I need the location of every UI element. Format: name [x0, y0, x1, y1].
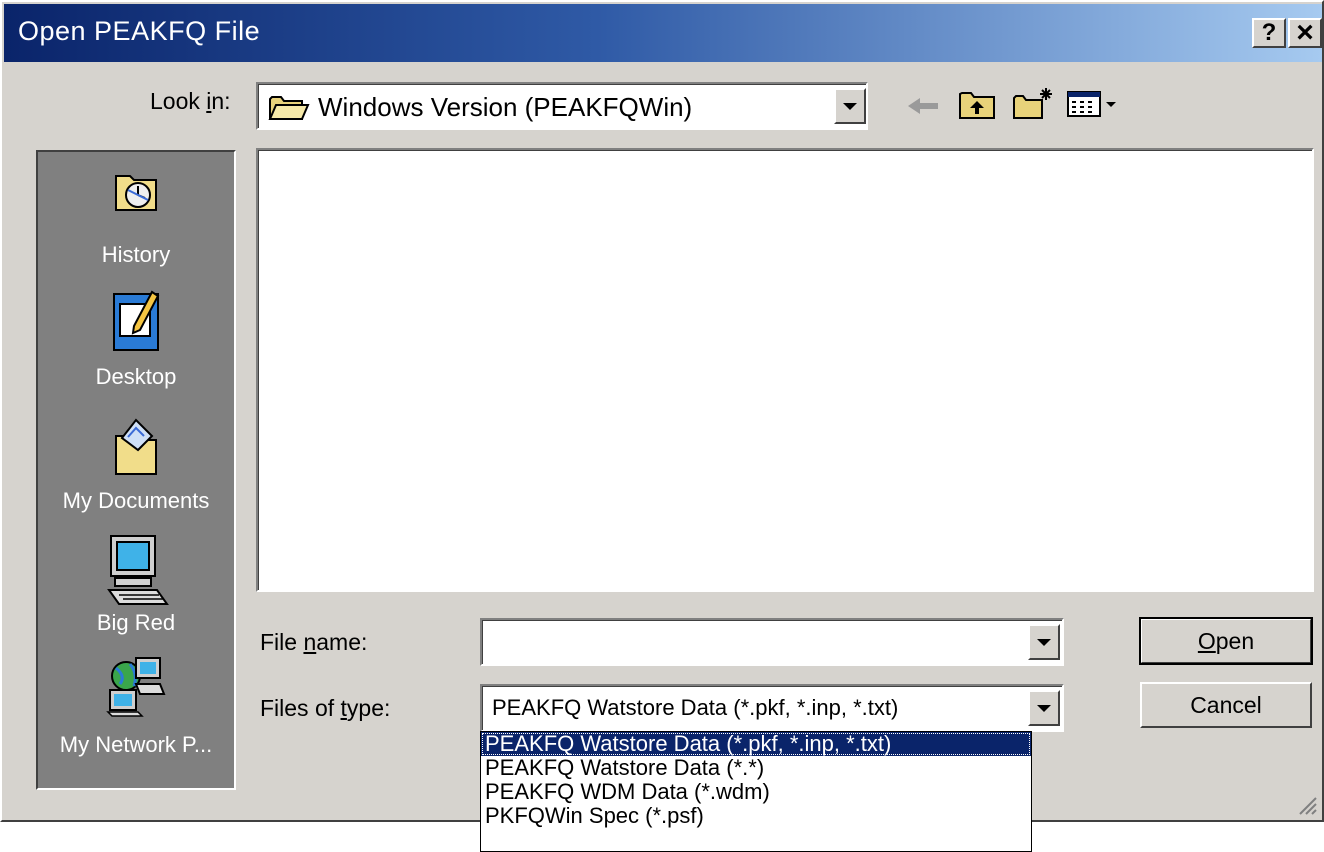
file-type-label: Files of type: — [260, 695, 391, 721]
look-in-combo[interactable]: Windows Version (PEAKFQWin) — [256, 82, 868, 130]
file-type-dropdown-list[interactable]: PEAKFQ Watstore Data (*.pkf, *.inp, *.tx… — [480, 731, 1032, 852]
places-item-history[interactable] — [38, 166, 234, 219]
file-type-option[interactable]: PEAKFQ Watstore Data (*.pkf, *.inp, *.tx… — [481, 732, 1031, 756]
new-folder-icon[interactable] — [1012, 86, 1056, 125]
file-type-combo[interactable]: PEAKFQ Watstore Data (*.pkf, *.inp, *.tx… — [480, 684, 1064, 732]
file-type-option[interactable]: PEAKFQ WDM Data (*.wdm) — [481, 780, 1031, 804]
cancel-button[interactable]: Cancel — [1140, 682, 1312, 728]
places-item-desktop[interactable] — [38, 288, 234, 357]
title-bar[interactable]: Open PEAKFQ File ? × — [4, 4, 1322, 62]
file-name-dropdown-button[interactable] — [1028, 624, 1060, 660]
close-button[interactable]: × — [1288, 18, 1322, 48]
help-button[interactable]: ? — [1252, 18, 1286, 48]
look-in-dropdown-button[interactable] — [834, 88, 866, 124]
file-type-value: PEAKFQ Watstore Data (*.pkf, *.inp, *.tx… — [492, 695, 899, 720]
file-type-dropdown-button[interactable] — [1028, 690, 1060, 726]
desktop-icon — [112, 290, 160, 356]
places-item-my-network[interactable] — [38, 654, 234, 723]
my-documents-icon — [112, 418, 160, 482]
view-menu-icon[interactable] — [1066, 90, 1122, 123]
file-type-option[interactable]: PEAKFQ Watstore Data (*.*) — [481, 756, 1031, 780]
file-name-combo[interactable] — [480, 618, 1064, 666]
open-file-dialog: Open PEAKFQ File ? × Look in: Windows Ve… — [0, 0, 1324, 822]
open-button[interactable]: Open — [1139, 617, 1313, 665]
places-label-big-red: Big Red — [96, 610, 176, 635]
up-folder-icon[interactable] — [958, 88, 996, 125]
places-label-my-network: My Network P... — [59, 732, 213, 757]
places-label-my-documents: My Documents — [62, 488, 210, 513]
places-label-history: History — [101, 242, 171, 267]
back-icon[interactable] — [906, 94, 940, 123]
look-in-value: Windows Version (PEAKFQWin) — [318, 92, 693, 122]
look-in-label: Look in: — [150, 88, 231, 114]
network-icon — [106, 657, 166, 722]
file-list[interactable] — [256, 148, 1314, 592]
help-icon: ? — [1261, 19, 1277, 46]
size-grip-icon[interactable] — [1294, 792, 1318, 816]
file-name-input[interactable] — [486, 624, 1020, 662]
window-title: Open PEAKFQ File — [18, 16, 261, 46]
history-icon — [112, 175, 160, 218]
places-bar: History Desktop My Documents Big Red My … — [36, 150, 236, 790]
file-name-label: File name: — [260, 629, 368, 655]
places-item-my-documents[interactable] — [38, 416, 234, 483]
close-icon: × — [1296, 16, 1314, 49]
places-item-big-red[interactable] — [38, 534, 234, 613]
file-type-option[interactable]: PKFQWin Spec (*.psf) — [481, 804, 1031, 828]
places-label-desktop: Desktop — [95, 364, 177, 389]
folder-icon — [268, 93, 310, 126]
